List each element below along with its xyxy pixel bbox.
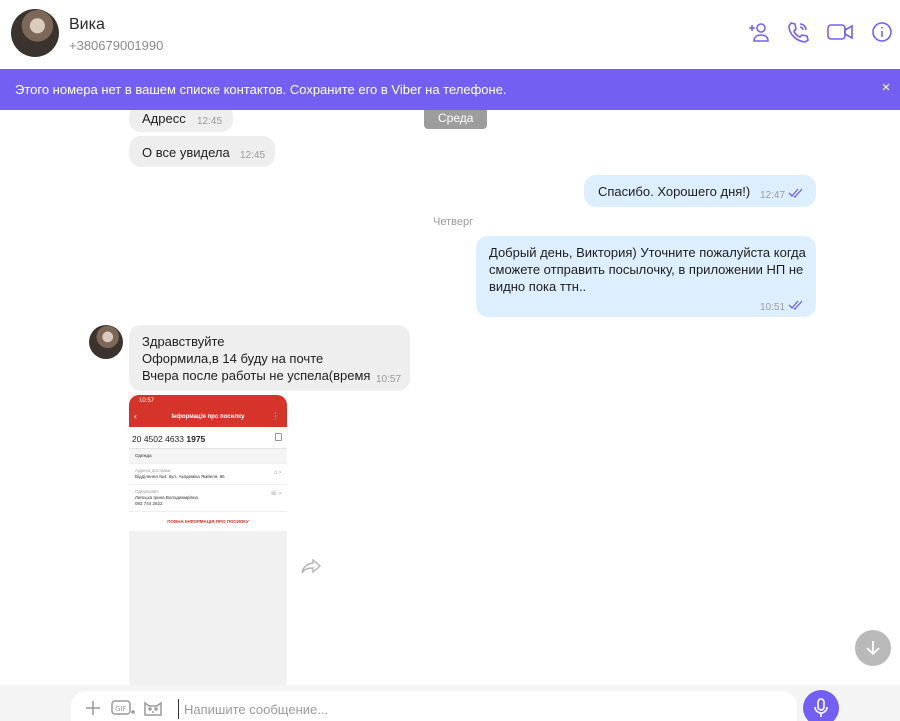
forward-icon[interactable] (300, 557, 322, 575)
more-icon: ⋮ (271, 411, 280, 421)
message-text: Спасибо. Хорошего дня!) (598, 184, 751, 199)
message-text: Адресс (142, 111, 186, 126)
close-icon[interactable]: × (878, 80, 894, 96)
add-contact-icon[interactable] (746, 20, 770, 44)
header-actions (746, 20, 894, 44)
unknown-contact-banner: Этого номера нет в вашем списке контакто… (0, 69, 900, 110)
incoming-message[interactable]: Здравствуйте Оформила,в 14 буду на почте… (129, 325, 410, 391)
contact-phone: +380679001990 (69, 38, 164, 53)
microphone-icon (814, 698, 828, 717)
address-value: Відділення №4: вул. Академіка Ямвеля, 86 (135, 474, 225, 479)
category-text: Одежда (135, 453, 152, 458)
message-text: О все увидела (142, 145, 230, 160)
message-text: Здравствуйте Оформила,в 14 буду на почте… (142, 334, 371, 383)
app-title: Інформація про посилку (171, 414, 245, 420)
video-call-icon[interactable] (826, 20, 854, 44)
message-time: 12:47 (760, 190, 786, 201)
attach-plus-icon[interactable] (82, 697, 104, 719)
app-header: 10:57 ‹ Інформація про посилку ⋮ (129, 395, 287, 427)
banner-text: Этого номера нет в вашем списке контакто… (15, 82, 507, 97)
more-info-link: ПОВНА ІНФОРМАЦІЯ ПРО ПОСИЛКУ (167, 519, 249, 524)
address-row: Адреса доставки Відділення №4: вул. Акад… (129, 464, 287, 485)
day-separator: Четверг (433, 216, 474, 228)
message-input[interactable] (178, 699, 778, 719)
day-separator-pill: Среда (424, 110, 488, 129)
arrow-down-icon (866, 641, 880, 656)
incoming-message[interactable]: Адресс 12:45 (129, 110, 233, 132)
message-time: 12:45 (240, 150, 266, 161)
tracking-number: 20 4502 4633 1975 (129, 427, 287, 449)
recipient-phone: 093 744 2822 (135, 501, 163, 506)
incoming-message[interactable]: О все увидела 12:45 (129, 136, 275, 167)
message-composer: GIF (0, 685, 900, 721)
info-icon[interactable] (870, 20, 894, 44)
chat-header: Вика +380679001990 (0, 0, 900, 69)
read-checks-icon (788, 300, 803, 310)
voice-message-button[interactable] (803, 690, 839, 721)
message-text: Добрый день, Виктория) Уточните пожалуйс… (489, 245, 806, 294)
outgoing-message[interactable]: Спасибо. Хорошего дня!) 12:47 (584, 175, 816, 207)
tracking-bold: 1975 (186, 434, 206, 444)
message-time: 10:57 (376, 374, 402, 385)
read-checks-icon (788, 188, 803, 198)
message-time: 12:45 (197, 116, 223, 127)
phone-call-icon[interactable] (786, 20, 810, 44)
building-icon: ⌂ › (273, 470, 281, 476)
contact-name[interactable]: Вика (69, 16, 105, 34)
sender-avatar[interactable] (89, 325, 123, 359)
svg-text:GIF: GIF (115, 705, 127, 713)
category-row: Одежда (129, 449, 287, 464)
phone-icon: ☏ › (269, 491, 281, 497)
tracking-prefix: 20 4502 4633 (132, 434, 187, 444)
contact-avatar[interactable] (11, 9, 59, 57)
parcel-card: 20 4502 4633 1975 Одежда Адреса доставки… (129, 427, 287, 531)
image-message[interactable]: 10:57 ‹ Інформація про посилку ⋮ 20 4502… (129, 395, 287, 685)
sticker-cat-icon[interactable] (142, 697, 164, 719)
copy-icon (275, 433, 282, 441)
outgoing-message[interactable]: Добрый день, Виктория) Уточните пожалуйс… (476, 236, 816, 317)
message-time: 10:51 (760, 302, 786, 313)
status-time: 10:57 (139, 398, 155, 404)
message-list[interactable]: Адресс 12:45 Среда О все увидела 12:45 С… (0, 110, 900, 685)
gif-icon[interactable]: GIF (110, 697, 136, 719)
recipient-row: Одержувач Липська Ірина Володимирівна 09… (129, 485, 287, 512)
scroll-down-button[interactable] (855, 630, 891, 666)
